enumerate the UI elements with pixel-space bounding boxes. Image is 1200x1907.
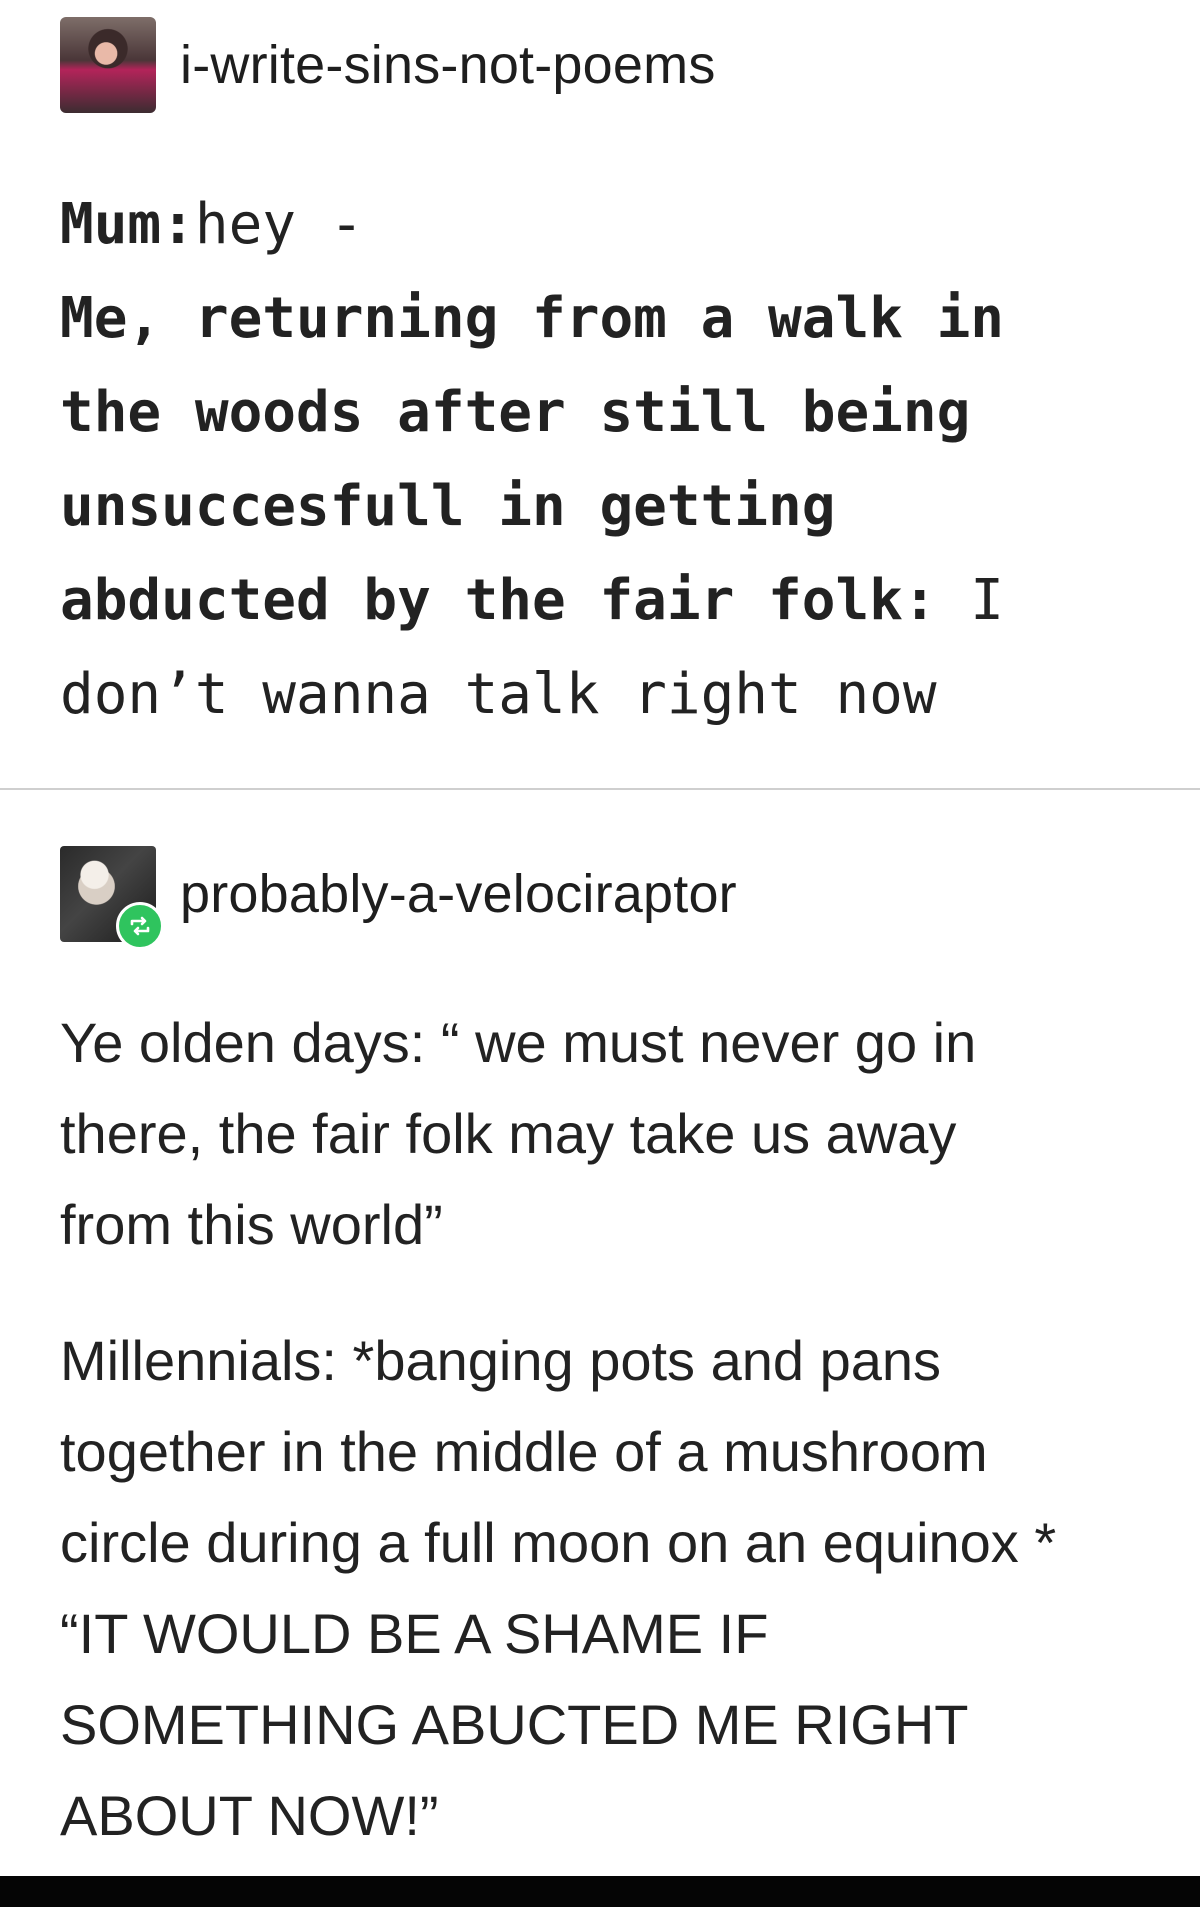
post-body: Mum:hey - Me, returning from a walk in t…	[60, 178, 1180, 742]
post-divider	[0, 788, 1200, 790]
user-avatar-icon[interactable]	[60, 17, 156, 113]
post-line: unsuccesfull in getting	[60, 460, 1180, 554]
post-line: “IT WOULD BE A SHAME IF	[60, 1602, 769, 1665]
post-line: don’t wanna talk right now	[60, 648, 1180, 742]
post-line-bold: the woods after still being	[60, 380, 971, 445]
post-line: ABOUT NOW!”	[60, 1784, 439, 1847]
post-line-bold: Me, returning from a walk in	[60, 286, 1005, 351]
reblog-arrows-icon	[130, 916, 150, 936]
bottom-edge-bar	[0, 1876, 1200, 1907]
post-line-bold: unsuccesfull in getting	[60, 474, 836, 539]
user-avatar-icon[interactable]	[60, 846, 164, 950]
post-paragraph: Ye olden days: “ we must never go in the…	[60, 997, 1190, 1270]
username-link[interactable]: probably-a-velociraptor	[180, 863, 737, 925]
username-link[interactable]: i-write-sins-not-poems	[180, 34, 716, 96]
reblog-icon	[116, 902, 164, 950]
post-line: the woods after still being	[60, 366, 1180, 460]
post-line: circle during a full moon on an equinox …	[60, 1511, 1057, 1574]
post-line-normal: hey -	[194, 192, 364, 257]
post-paragraph: Millennials: *banging pots and pans toge…	[60, 1315, 1190, 1861]
post-line: abducted by the fair folk: I	[60, 554, 1180, 648]
post-original: i-write-sins-not-poems Mum:hey - Me, ret…	[0, 0, 1200, 788]
post-line: Ye olden days: “ we must never go in	[60, 1011, 977, 1074]
post-line-bold: Mum:	[60, 192, 195, 257]
post-line: there, the fair folk may take us away	[60, 1102, 957, 1165]
post-header: i-write-sins-not-poems	[60, 17, 716, 113]
post-line: from this world”	[60, 1193, 443, 1256]
post-line-normal: I	[936, 568, 1005, 633]
post-line: Mum:hey -	[60, 178, 1180, 272]
post-line: Me, returning from a walk in	[60, 272, 1180, 366]
post-line-normal: don’t wanna talk right now	[60, 662, 937, 727]
post-line: SOMETHING ABUCTED ME RIGHT	[60, 1693, 969, 1756]
post-line: together in the middle of a mushroom	[60, 1420, 988, 1483]
post-line: Millennials: *banging pots and pans	[60, 1329, 942, 1392]
post-header: probably-a-velociraptor	[60, 846, 737, 950]
post-line-bold: abducted by the fair folk:	[60, 568, 937, 633]
